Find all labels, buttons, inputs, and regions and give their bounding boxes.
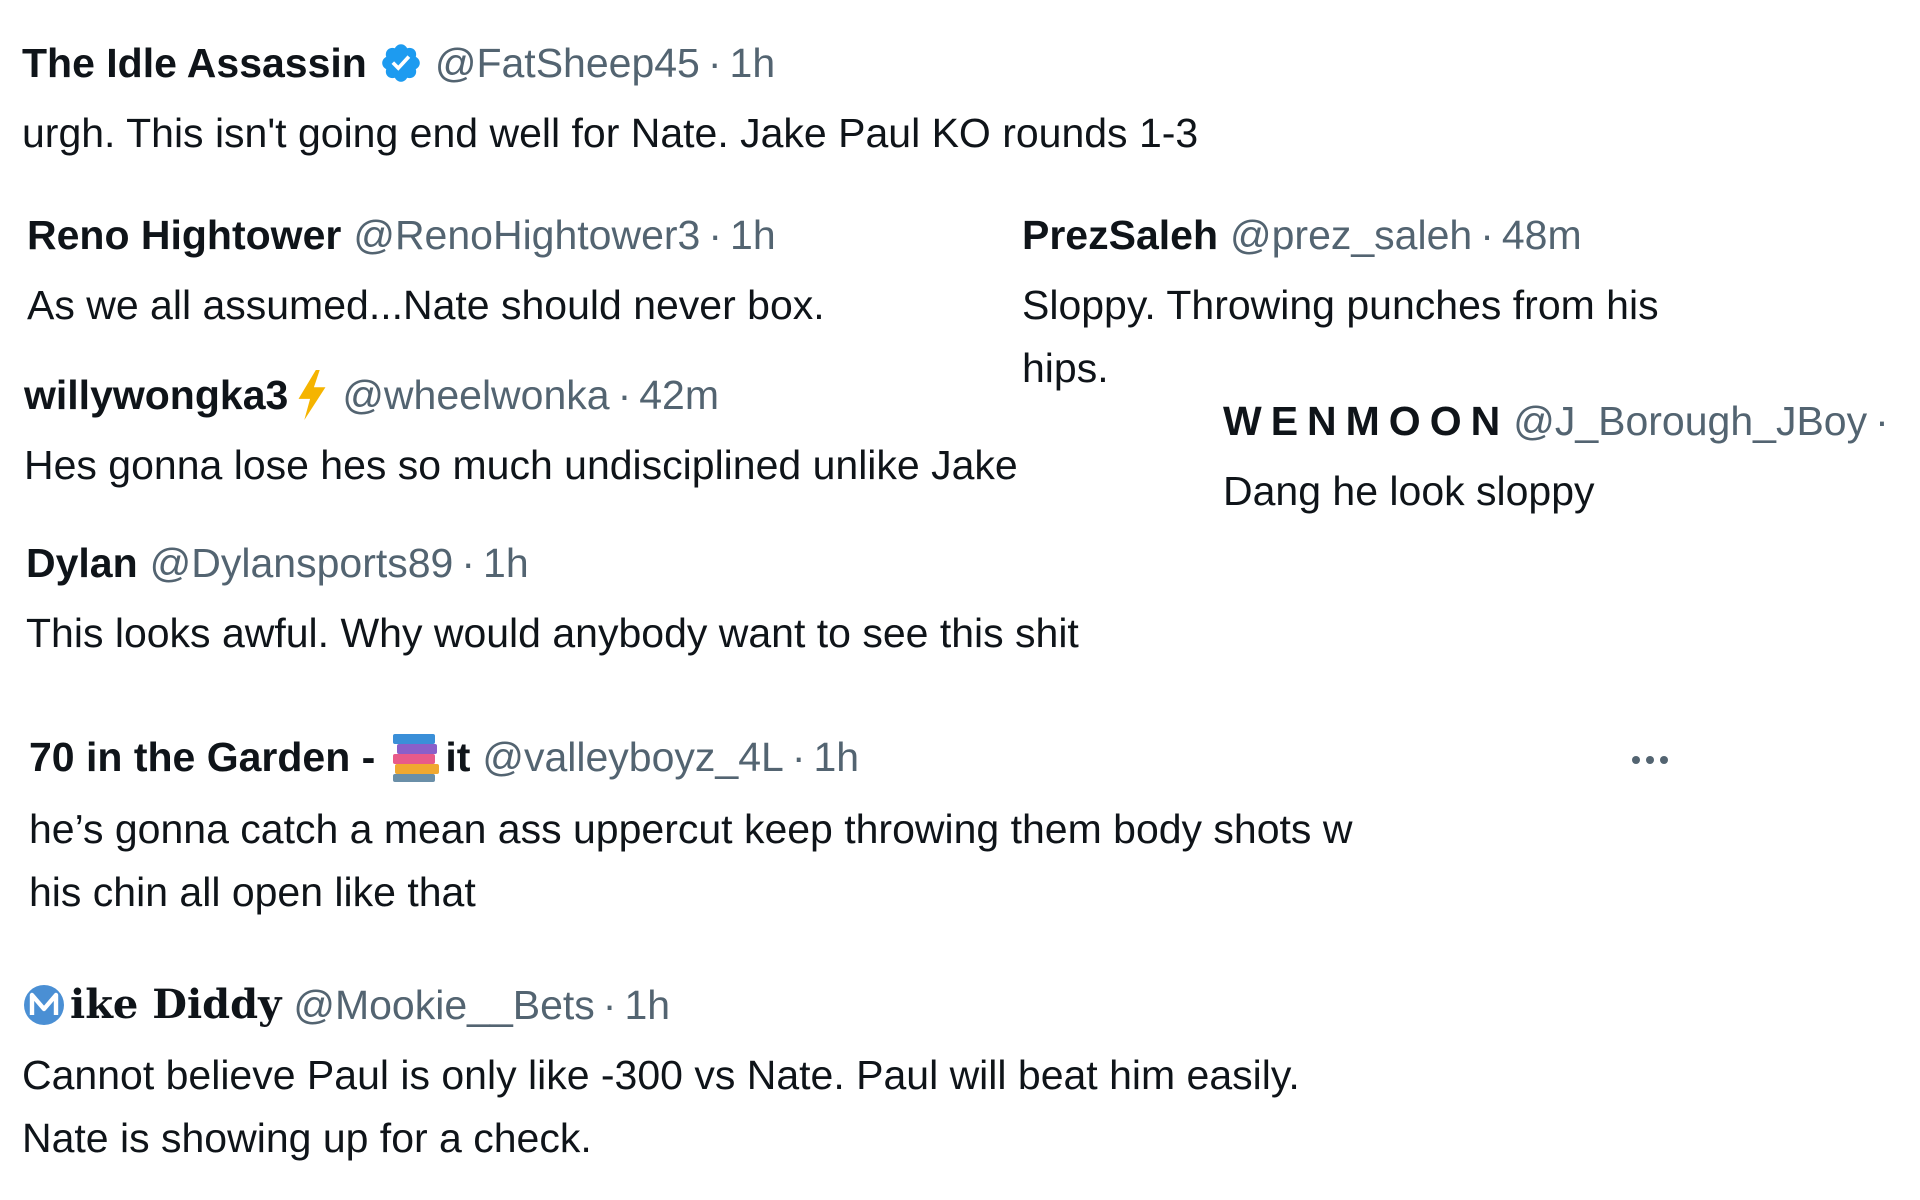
separator-dot: · [1875, 398, 1889, 444]
timestamp[interactable]: 42m [639, 370, 719, 420]
separator-dot: · [708, 212, 723, 258]
author-name-suffix[interactable]: it [445, 732, 470, 782]
timestamp[interactable]: 1h [624, 980, 670, 1030]
lightning-bolt-icon [294, 370, 330, 420]
tweet-text: Cannot believe Paul is only like -300 vs… [22, 1052, 1300, 1161]
m-circle-icon [22, 983, 66, 1027]
timestamp[interactable]: 48m [1502, 210, 1582, 260]
timestamp[interactable]: 1h [730, 210, 776, 260]
separator-dot: · [461, 540, 476, 586]
separator-dot: · [617, 372, 632, 418]
tweet-willywongka3[interactable]: willywongka3 @wheelwonka · 42m Hes gonna… [24, 370, 1018, 497]
author-handle[interactable]: @J_Borough_JBoy [1513, 396, 1867, 446]
tweet-header: willywongka3 @wheelwonka · 42m [24, 370, 1018, 420]
author-name[interactable]: Dylan [26, 538, 138, 588]
tweet-wenmoon[interactable]: WENMOON @J_Borough_JBoy · Dang he look s… [1223, 396, 1920, 523]
tweet-header: The Idle Assassin @FatSheep45 · 1h [22, 38, 1198, 88]
author-handle[interactable]: @Mookie__Bets [293, 980, 594, 1030]
author-name[interactable]: Reno Hightower [27, 210, 341, 260]
tweet-header: 70 in the Garden - it @valleyboyz_4L · 1… [29, 730, 1352, 784]
separator-dot: · [707, 40, 722, 86]
author-handle[interactable]: @Dylansports89 [150, 538, 454, 588]
author-handle[interactable]: @RenoHightower3 [353, 210, 700, 260]
tweet-header: PrezSaleh @prez_saleh · 48m [1022, 210, 1732, 260]
author-name[interactable]: WENMOON [1223, 396, 1509, 446]
tweet-dylan[interactable]: Dylan @Dylansports89 · 1h This looks awf… [26, 538, 1079, 665]
tweet-header: Dylan @Dylansports89 · 1h [26, 538, 1079, 588]
tweet-reno-hightower[interactable]: Reno Hightower @RenoHightower3 · 1h As w… [27, 210, 825, 337]
separator-dot: · [1480, 212, 1494, 258]
tweet-header: ike Diddy @Mookie__Bets · 1h [22, 980, 1300, 1030]
author-name[interactable]: PrezSaleh [1022, 210, 1218, 260]
more-dot [1660, 756, 1668, 764]
tweet-70-in-the-garden[interactable]: 70 in the Garden - it @valleyboyz_4L · 1… [29, 730, 1352, 924]
tweet-text: As we all assumed...Nate should never bo… [27, 282, 825, 328]
timestamp[interactable]: 1h [813, 732, 859, 782]
tweet-text: Dang he look sloppy [1223, 468, 1595, 514]
tweet-header: WENMOON @J_Borough_JBoy · [1223, 396, 1920, 446]
author-name-prefix[interactable]: 70 in the Garden - [29, 732, 375, 782]
tweet-text: This looks awful. Why would anybody want… [26, 610, 1079, 656]
author-name[interactable]: The Idle Assassin [22, 38, 367, 88]
tweet-idle-assassin[interactable]: The Idle Assassin @FatSheep45 · 1h urgh.… [22, 38, 1198, 165]
more-dot [1646, 756, 1654, 764]
separator-dot: · [602, 982, 617, 1028]
tweet-mike-diddy[interactable]: ike Diddy @Mookie__Bets · 1h Cannot beli… [22, 980, 1300, 1170]
separator-dot: · [791, 734, 806, 780]
tweet-text: Hes gonna lose hes so much undisciplined… [24, 442, 1018, 488]
author-handle[interactable]: @FatSheep45 [435, 38, 700, 88]
more-dot [1632, 756, 1640, 764]
timestamp[interactable]: 1h [730, 38, 776, 88]
books-icon [389, 730, 443, 784]
verified-badge-icon [379, 41, 423, 85]
author-name[interactable]: ike Diddy [70, 980, 281, 1030]
author-handle[interactable]: @prez_saleh [1230, 210, 1472, 260]
tweet-text: urgh. This isn't going end well for Nate… [22, 110, 1199, 156]
author-handle[interactable]: @wheelwonka [342, 370, 609, 420]
timestamp[interactable]: 1h [483, 538, 529, 588]
author-name[interactable]: willywongka3 [24, 370, 288, 420]
more-options-button[interactable] [1620, 740, 1680, 780]
author-handle[interactable]: @valleyboyz_4L [482, 732, 783, 782]
tweet-header: Reno Hightower @RenoHightower3 · 1h [27, 210, 825, 260]
tweet-text: Sloppy. Throwing punches from his hips. [1022, 282, 1659, 391]
tweet-prezsaleh[interactable]: PrezSaleh @prez_saleh · 48m Sloppy. Thro… [1022, 210, 1732, 400]
tweet-text: he’s gonna catch a mean ass uppercut kee… [29, 806, 1353, 915]
